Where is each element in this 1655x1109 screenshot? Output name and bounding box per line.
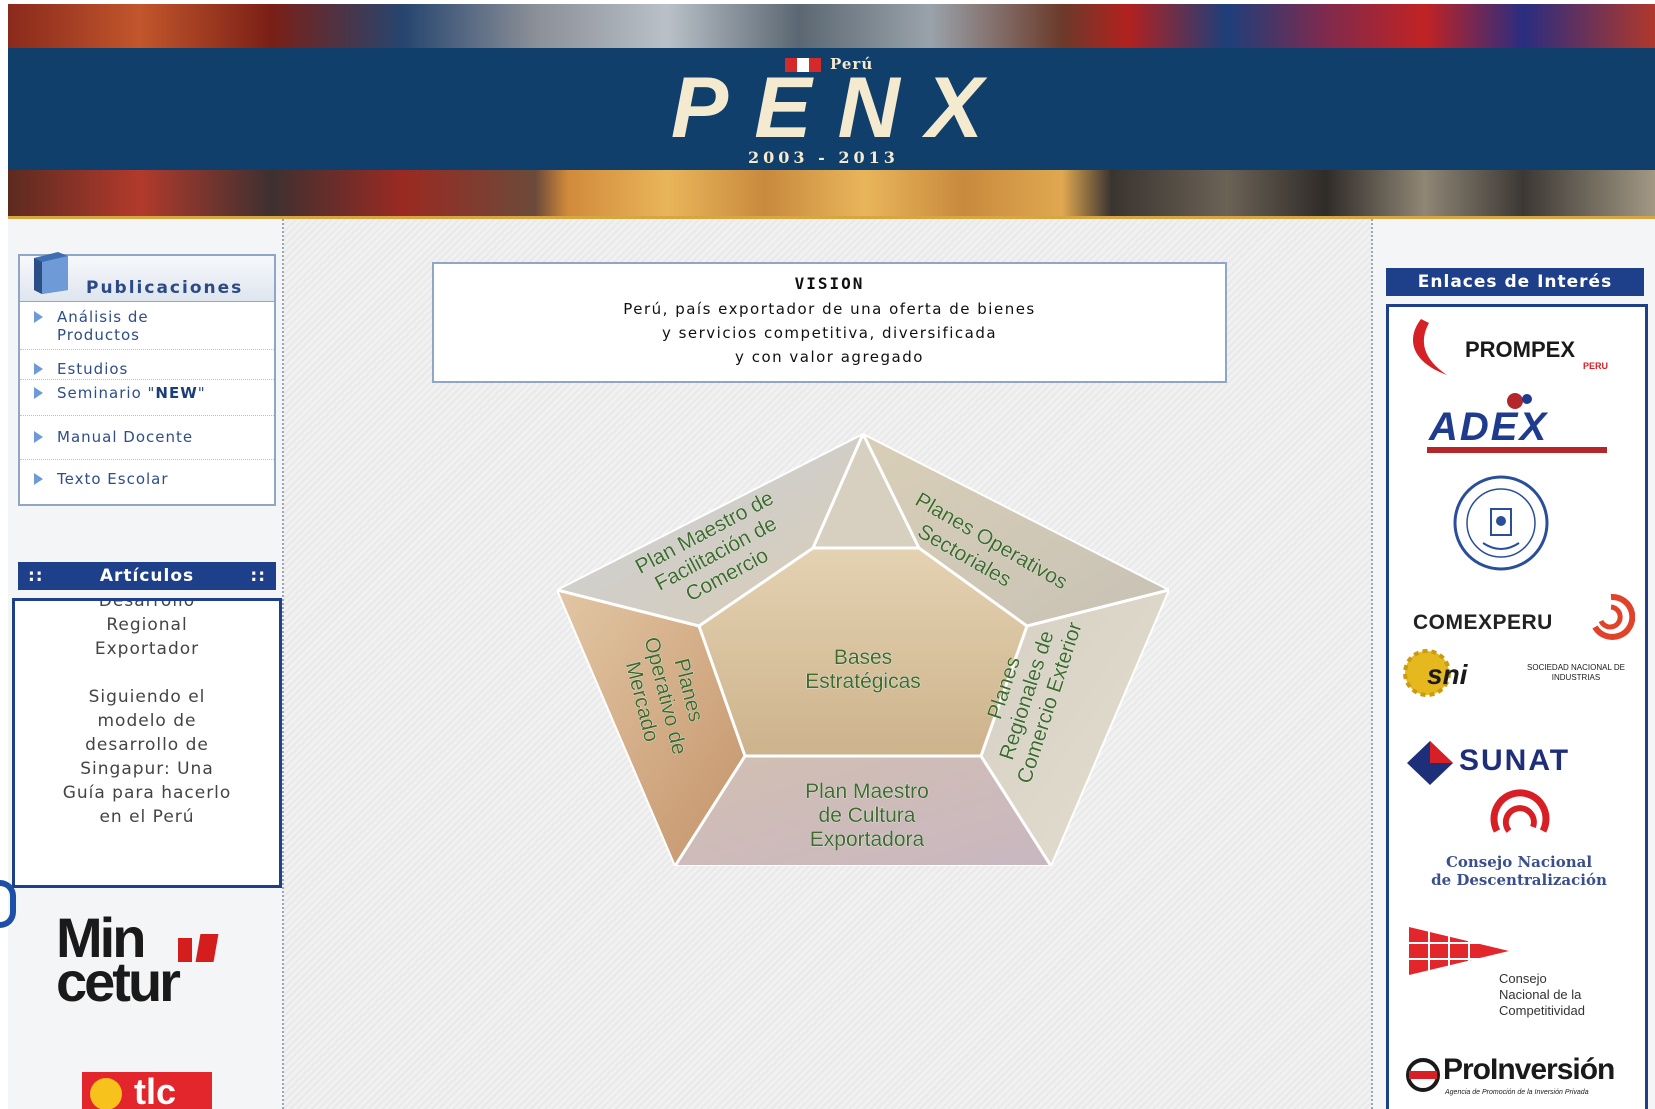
- vision-title: VISION: [794, 274, 865, 293]
- label-cultura: Plan Maestro de Cultura Exportadora: [805, 780, 929, 852]
- comexperu-label: COMEXPERU: [1413, 611, 1553, 634]
- triangle-bullet-icon: [34, 363, 43, 375]
- adex-bar: [1427, 447, 1607, 453]
- triangle-bullet-icon: [34, 473, 43, 485]
- sni-sub-label: SOCIEDAD NACIONAL DE INDUSTRIAS: [1527, 663, 1625, 682]
- proinversion-sub-label: Agencia de Promoción de la Inversión Pri…: [1445, 1089, 1589, 1096]
- marker-right: ::: [250, 566, 266, 586]
- cnc-label: Consejo Nacional de la Competitividad: [1499, 971, 1585, 1018]
- tlc-logo[interactable]: tlc: [82, 1072, 212, 1109]
- triangle-bullet-icon: [34, 311, 43, 323]
- sun-icon: [90, 1078, 122, 1109]
- publicaciones-title: Publicaciones: [86, 278, 244, 298]
- publicaciones-header: Publicaciones: [20, 252, 274, 302]
- new-badge: NEW: [155, 384, 198, 402]
- strategy-pentagon-diagram: Plan Maestro de Facilitación de Comercio…: [555, 430, 1171, 867]
- cnd-spiral-icon: [1490, 789, 1550, 833]
- enlaces-header: Enlaces de Interés: [1386, 268, 1644, 296]
- articulos-header: :: Artículos ::: [18, 562, 276, 590]
- proinversion-label: ProInversión: [1443, 1053, 1615, 1086]
- pub-item-estudios[interactable]: Estudios: [20, 350, 274, 380]
- sunat-label: SUNAT: [1459, 744, 1571, 777]
- seal-icon: [1453, 475, 1549, 571]
- articulos-title: Artículos: [99, 566, 195, 586]
- enlaces-panel: PROMPEX PERU ADEX COMEXPERU sni SOCIEDAD…: [1386, 304, 1648, 1109]
- header-photo-strip-bottom: [8, 170, 1655, 216]
- publicaciones-panel: Publicaciones Análisis de Productos Estu…: [18, 252, 276, 506]
- header-photo-strip-top: [8, 4, 1655, 48]
- triangle-bullet-icon: [34, 387, 43, 399]
- triangle-bullet-icon: [34, 431, 43, 443]
- mincetur-logo[interactable]: Min cetur: [56, 910, 256, 1014]
- pub-item-label: Seminario "NEW": [57, 384, 206, 402]
- marker-left: ::: [28, 566, 44, 586]
- pub-item-manual[interactable]: Manual Docente: [20, 416, 274, 460]
- article-link[interactable]: Desarrollo Regional Exportador: [15, 601, 279, 661]
- prompex-logo[interactable]: PROMPEX PERU: [1389, 307, 1645, 387]
- pentagon-svg: Plan Maestro de Facilitación de Comercio…: [555, 432, 1171, 867]
- brand-banner: Perú PENX 2003 - 2013: [8, 48, 1655, 170]
- adex-label: ADEX: [1429, 405, 1549, 449]
- vision-box: VISION Perú, país exportador de una ofer…: [432, 262, 1227, 383]
- pub-item-texto[interactable]: Texto Escolar: [20, 460, 274, 500]
- penx-logo[interactable]: PENX: [620, 65, 1060, 151]
- articulos-scroller: Desarrollo Regional Exportador Siguiendo…: [15, 601, 279, 853]
- svg-text:Bases: Bases: [834, 646, 892, 669]
- sni-label: sni: [1427, 659, 1468, 690]
- svg-text:de Cultura: de Cultura: [819, 804, 916, 827]
- years-label: 2003 - 2013: [748, 148, 899, 167]
- vision-line: y servicios competitiva, diversificada: [661, 324, 998, 342]
- pub-item-label: Texto Escolar: [57, 470, 169, 488]
- mincetur-red-mark: [178, 938, 192, 962]
- prompex-swoosh-icon: [1413, 319, 1447, 375]
- vision-line: Perú, país exportador de una oferta de b…: [623, 300, 1036, 318]
- pub-item-seminario[interactable]: Seminario "NEW": [20, 380, 274, 416]
- pub-item-label: Estudios: [57, 360, 129, 378]
- camara-comercio-seal[interactable]: [1389, 467, 1645, 577]
- vision-line: y con valor agregado: [735, 348, 924, 366]
- articulos-panel: Desarrollo Regional Exportador Siguiendo…: [12, 598, 282, 888]
- svg-text:Estratégicas: Estratégicas: [805, 670, 921, 693]
- cnd-label: Consejo Nacional de Descentralización: [1431, 853, 1607, 889]
- pub-item-label: Análisis de Productos: [57, 308, 149, 344]
- pub-item-analisis[interactable]: Análisis de Productos: [20, 302, 274, 350]
- article-link[interactable]: Siguiendo el modelo de desarrollo de Sin…: [15, 685, 279, 829]
- pub-item-label: Manual Docente: [57, 428, 194, 446]
- svg-text:Exportadora: Exportadora: [810, 828, 925, 851]
- sunat-diamond-icon: [1407, 741, 1453, 785]
- comexperu-swirl-icon: [1592, 593, 1635, 640]
- svg-text:Plan Maestro: Plan Maestro: [805, 780, 929, 803]
- proinversion-globe-icon: [1406, 1058, 1440, 1092]
- book-icon: [34, 252, 68, 294]
- site-header: Perú PENX 2003 - 2013: [8, 4, 1655, 219]
